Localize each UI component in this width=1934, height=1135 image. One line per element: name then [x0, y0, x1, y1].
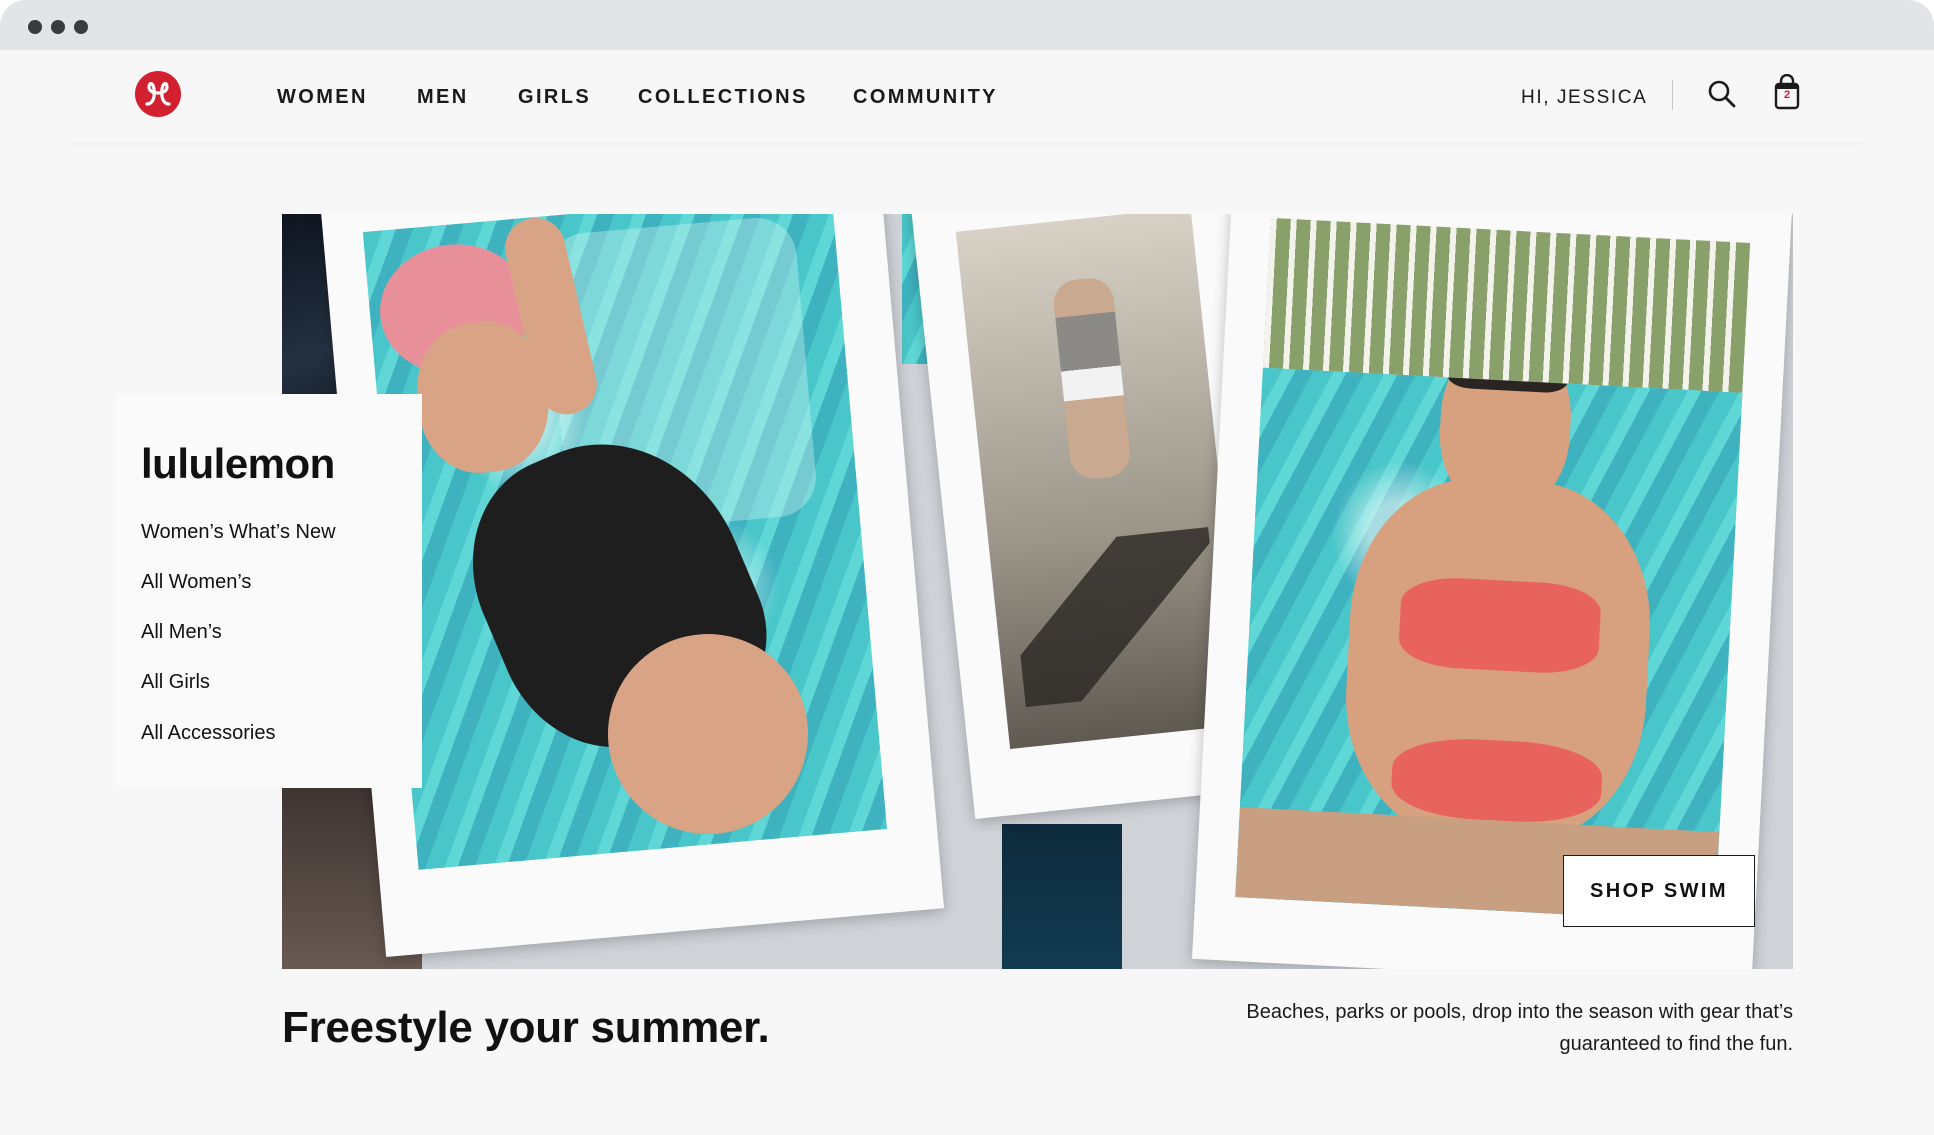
bag-item-count: 2 — [1783, 89, 1791, 101]
shopping-bag-icon[interactable]: 2 — [1772, 73, 1802, 110]
search-icon[interactable] — [1706, 78, 1738, 110]
sidebar-link-all-womens[interactable]: All Women’s — [141, 571, 251, 594]
skater-shadow — [1009, 527, 1225, 708]
shop-swim-button[interactable]: SHOP SWIM — [1563, 855, 1755, 927]
hero-headline: Freestyle your summer. — [282, 1003, 770, 1052]
photo-fence — [1263, 217, 1751, 393]
sidebar-link-all-mens[interactable]: All Men’s — [141, 621, 222, 644]
photo-woman-on-float — [362, 214, 887, 870]
photo-woman-in-pool — [1235, 367, 1743, 923]
sidebar-link-all-girls[interactable]: All Girls — [141, 671, 210, 694]
nav-collections[interactable]: COLLECTIONS — [638, 86, 808, 109]
nav-men[interactable]: MEN — [417, 86, 469, 109]
window-close-button[interactable] — [28, 20, 42, 34]
sidebar-link-womens-whats-new[interactable]: Women’s What’s New — [141, 521, 336, 544]
sidebar-link-all-accessories[interactable]: All Accessories — [141, 722, 276, 745]
sidebar-brand-title: lululemon — [141, 440, 335, 487]
browser-window: WOMEN MEN GIRLS COLLECTIONS COMMUNITY HI… — [0, 0, 1934, 1135]
woman2-bikini-top — [1397, 575, 1603, 676]
top-navigation: WOMEN MEN GIRLS COLLECTIONS COMMUNITY HI… — [60, 50, 1874, 142]
nav-divider — [1672, 80, 1673, 110]
background-photo-water-dark — [1002, 824, 1122, 969]
nav-women[interactable]: WOMEN — [277, 86, 368, 109]
photo-skater — [955, 214, 1245, 749]
hero-description: Beaches, parks or pools, drop into the s… — [1246, 1001, 1793, 1055]
account-greeting[interactable]: HI, JESSICA — [1521, 87, 1647, 109]
nav-girls[interactable]: GIRLS — [518, 86, 591, 109]
skater-figure — [1051, 275, 1133, 482]
window-minimize-button[interactable] — [51, 20, 65, 34]
nav-community[interactable]: COMMUNITY — [853, 86, 998, 109]
window-maximize-button[interactable] — [74, 20, 88, 34]
lululemon-logo-icon[interactable] — [135, 71, 181, 117]
title-bar — [0, 0, 1934, 50]
